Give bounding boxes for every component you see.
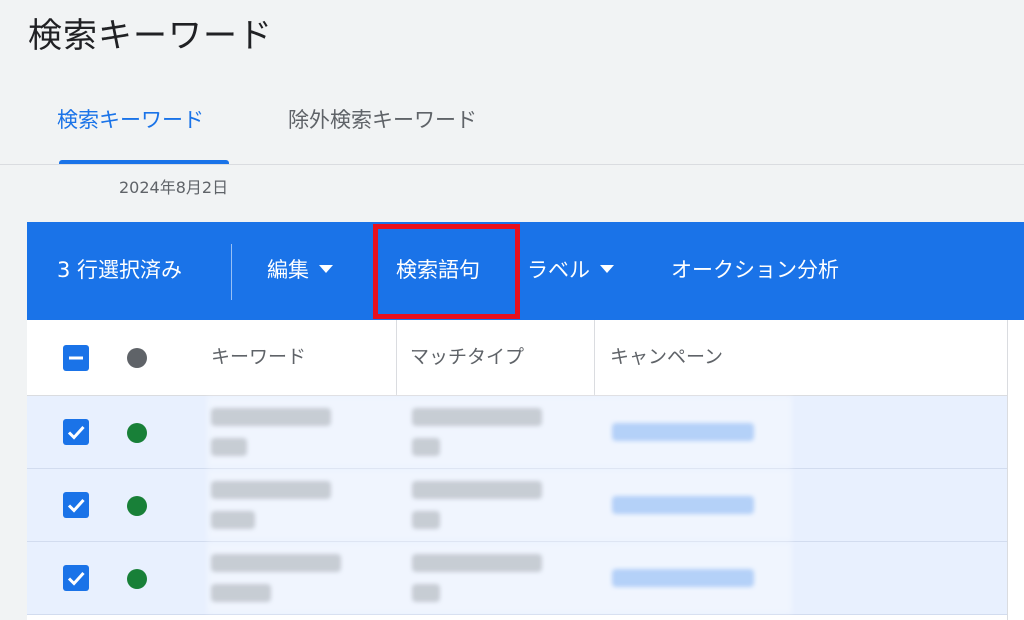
edit-menu-label: 編集 <box>267 258 309 282</box>
label-menu-label: ラベル <box>527 258 590 282</box>
status-dot-icon <box>127 496 147 516</box>
status-dot-icon <box>127 569 147 589</box>
redacted-campaign <box>612 496 754 514</box>
table-right-edge <box>1007 320 1024 620</box>
redacted-match-type <box>412 511 440 529</box>
action-bar-divider <box>231 244 232 300</box>
table-row[interactable] <box>27 542 1024 615</box>
search-terms-button[interactable]: 検索語句 <box>396 255 480 285</box>
checkbox-checked-icon <box>67 425 85 440</box>
redacted-keyword <box>211 408 331 426</box>
table-header-row: キーワード マッチタイプ キャンペーン <box>27 320 1024 396</box>
table-row[interactable] <box>27 469 1024 542</box>
redacted-keyword <box>211 511 255 529</box>
redacted-campaign <box>612 569 754 587</box>
keywords-table: キーワード マッチタイプ キャンペーン <box>27 320 1024 620</box>
checkbox-checked-icon <box>67 498 85 513</box>
tab-negative-keywords[interactable]: 除外検索キーワード <box>288 104 477 136</box>
caret-down-icon <box>319 265 333 273</box>
redacted-match-type <box>412 408 542 426</box>
redacted-keyword <box>211 438 247 456</box>
row-checkbox[interactable] <box>63 565 89 591</box>
page-title: 検索キーワード <box>28 16 273 56</box>
row-checkbox[interactable] <box>63 419 89 445</box>
tab-bar: 検索キーワード 除外検索キーワード <box>0 96 1024 165</box>
column-header-campaign[interactable]: キャンペーン <box>610 342 723 372</box>
select-all-checkbox[interactable] <box>63 345 89 371</box>
edit-menu-button[interactable]: 編集 <box>267 255 333 285</box>
status-dot-icon <box>127 423 147 443</box>
row-checkbox[interactable] <box>63 492 89 518</box>
caret-down-icon <box>600 265 614 273</box>
checkbox-indeterminate-icon <box>69 356 83 360</box>
checkbox-checked-icon <box>67 571 85 586</box>
date-range-label: 2024年8月2日 <box>119 178 229 197</box>
redacted-match-type <box>412 481 542 499</box>
selection-action-bar: 3 行選択済み 編集 検索語句 ラベル オークション分析 <box>27 222 1024 320</box>
column-divider <box>396 320 397 395</box>
status-dot-icon <box>127 348 147 368</box>
column-header-match-type[interactable]: マッチタイプ <box>410 342 524 372</box>
table-row[interactable] <box>27 396 1024 469</box>
redacted-campaign <box>612 423 754 441</box>
auction-insights-button[interactable]: オークション分析 <box>671 255 839 285</box>
redacted-keyword <box>211 584 271 602</box>
column-header-keyword[interactable]: キーワード <box>211 342 306 372</box>
redacted-match-type <box>412 554 542 572</box>
redacted-keyword <box>211 481 331 499</box>
column-divider <box>594 320 595 395</box>
selected-rows-count: 3 行選択済み <box>57 258 183 282</box>
active-tab-indicator <box>59 160 229 164</box>
tab-search-keywords[interactable]: 検索キーワード <box>57 104 204 136</box>
label-menu-button[interactable]: ラベル <box>527 255 614 285</box>
redacted-match-type <box>412 438 440 456</box>
redacted-match-type <box>412 584 440 602</box>
redacted-keyword <box>211 554 341 572</box>
